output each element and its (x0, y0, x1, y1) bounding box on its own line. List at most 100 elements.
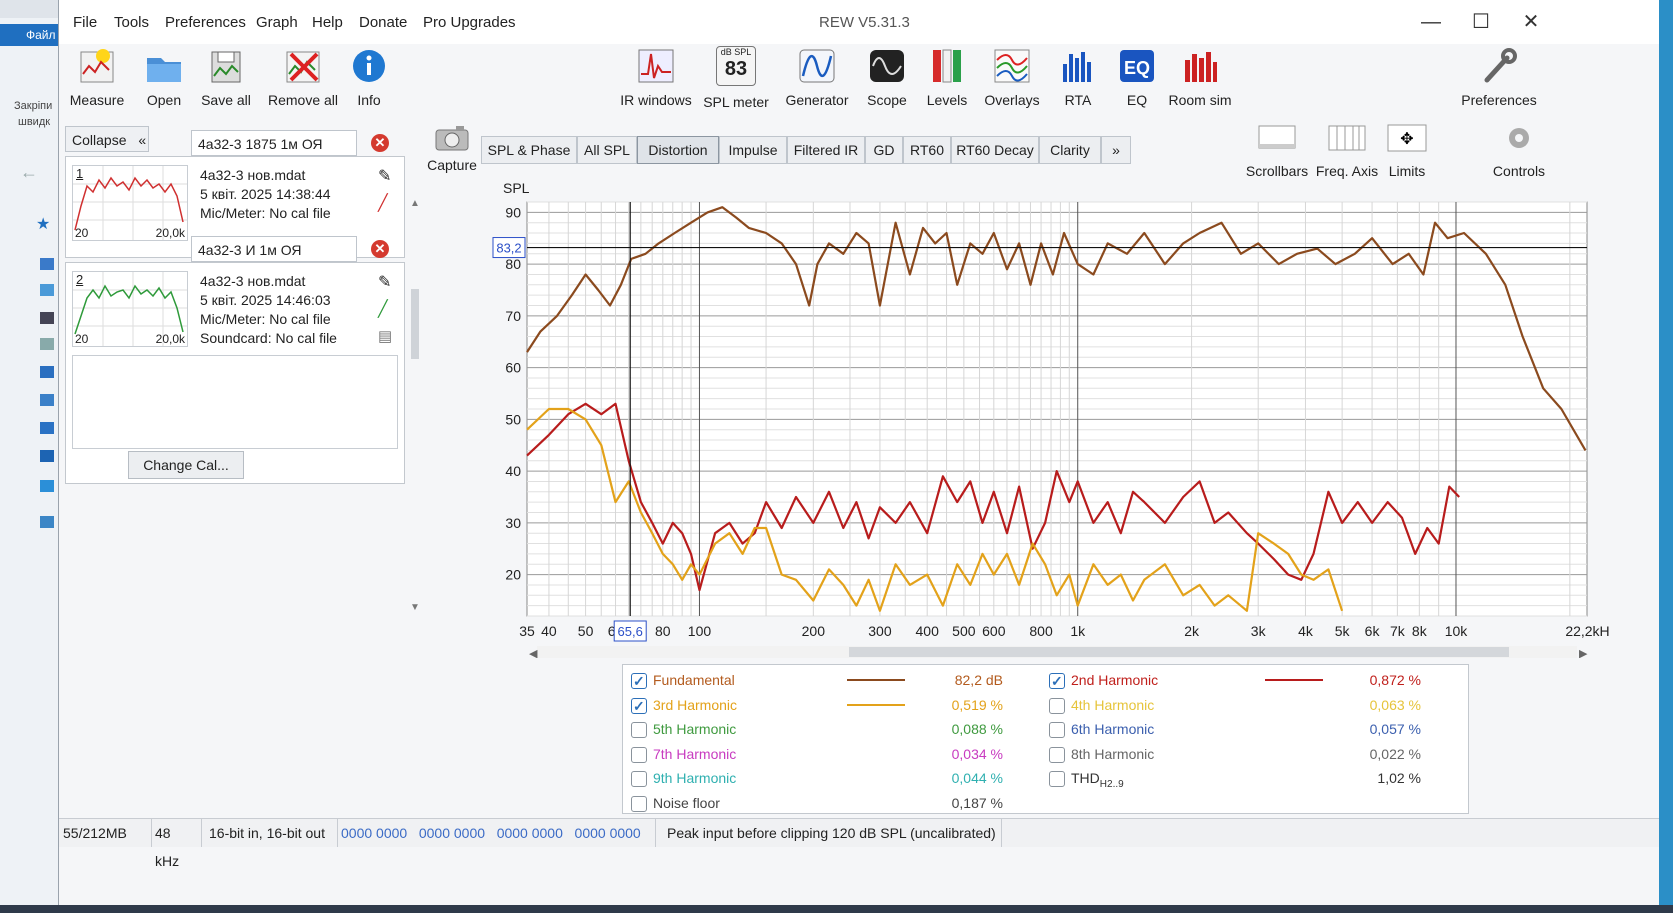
ir-windows-button[interactable]: IR windows (619, 46, 693, 108)
film-icon[interactable] (40, 312, 54, 324)
generator-button[interactable]: Generator (783, 46, 851, 108)
distortion-graph[interactable]: 2030405060708090SPL354050608010020030040… (469, 178, 1609, 658)
capture-button[interactable]: Capture (425, 124, 479, 173)
music-icon[interactable] (40, 422, 54, 434)
legend-row: THDH2..9 1,02 % (1049, 767, 1449, 790)
notes-area[interactable] (72, 355, 398, 449)
scroll-up-icon[interactable]: ▲ (409, 198, 421, 209)
tab-more[interactable]: » (1101, 136, 1131, 164)
x-tick-label: 50 (578, 623, 594, 639)
room-sim-icon (1185, 52, 1217, 82)
eq-button[interactable]: EQ EQ (1115, 46, 1159, 108)
menu-file[interactable]: File (73, 14, 97, 31)
x-tick-label: 35 (519, 623, 535, 639)
room-sim-button[interactable]: Room sim (1165, 46, 1235, 108)
cube-icon[interactable] (40, 284, 54, 296)
delete-measurement-icon-1[interactable]: ✕ (371, 134, 389, 152)
pen-icon-2[interactable]: ╱ (378, 299, 388, 319)
delete-measurement-icon-2[interactable]: ✕ (371, 240, 389, 258)
explorer-file-tab[interactable]: Файл (0, 24, 58, 46)
scroll-down-icon[interactable]: ▼ (409, 602, 421, 613)
collapse-button[interactable]: Collapse « (65, 126, 149, 152)
scrollbars-button[interactable]: Scrollbars (1243, 124, 1311, 179)
info-label: Info (357, 92, 381, 108)
back-arrow-icon[interactable]: ← (20, 162, 38, 183)
edit-notes-icon-2[interactable]: ✎ (378, 272, 391, 292)
save-all-button[interactable]: Save all (197, 46, 255, 108)
legend-checkbox[interactable] (1049, 771, 1065, 787)
preferences-button[interactable]: Preferences (1461, 46, 1537, 108)
legend-checkbox[interactable] (1049, 697, 1065, 714)
legend-checkbox[interactable] (1049, 670, 1065, 692)
minimize-button[interactable]: — (1413, 8, 1449, 36)
menu-preferences[interactable]: Preferences (165, 14, 246, 31)
change-cal-button[interactable]: Change Cal... (128, 451, 244, 479)
tab-filtered-ir[interactable]: Filtered IR (787, 136, 865, 164)
controls-button[interactable]: Controls (1489, 124, 1549, 179)
folder-icon[interactable] (40, 258, 54, 270)
limits-button[interactable]: ✥ Limits (1381, 124, 1433, 179)
x-tick-label: 8k (1412, 623, 1428, 639)
document-icon[interactable] (40, 338, 54, 350)
freq-axis-icon (1328, 125, 1366, 151)
menu-donate[interactable]: Donate (359, 14, 407, 31)
x-tick-label: 40 (541, 623, 557, 639)
image-icon[interactable] (40, 394, 54, 406)
overlays-label: Overlays (984, 92, 1040, 108)
close-button[interactable]: ✕ (1513, 8, 1549, 36)
pen-icon-1[interactable]: ╱ (378, 193, 388, 213)
maximize-button[interactable]: ☐ (1463, 8, 1499, 36)
legend-checkbox[interactable] (1049, 722, 1065, 738)
legend-checkbox[interactable] (631, 771, 647, 787)
network-icon[interactable] (40, 516, 54, 528)
legend-value: 0,034 % (951, 745, 1003, 762)
x-tick-label: 5k (1335, 623, 1351, 639)
tab-rt60[interactable]: RT60 (903, 136, 951, 164)
measurement-name-field-2[interactable]: 4a32-3 И 1м ОЯ (191, 236, 357, 262)
tab-all-spl[interactable]: All SPL (577, 136, 637, 164)
remove-all-button[interactable]: Remove all (265, 46, 341, 108)
measurement-soundcard-2: Soundcard: No cal file (200, 330, 337, 346)
document-icon-2[interactable]: ▤ (378, 327, 392, 345)
scope-button[interactable]: Scope (863, 46, 911, 108)
legend-label: 5th Harmonic (653, 721, 737, 737)
legend-checkbox[interactable] (631, 795, 647, 812)
legend-checkbox[interactable] (1049, 746, 1065, 763)
x-tick-label: 200 (802, 623, 826, 639)
levels-button[interactable]: Levels (923, 46, 971, 108)
video-icon[interactable] (40, 450, 54, 462)
legend-checkbox[interactable] (631, 670, 647, 692)
measurement-name-field-1[interactable]: 4a32-3 1875 1м ОЯ (191, 130, 357, 156)
tab-clarity[interactable]: Clarity (1039, 136, 1101, 164)
menu-pro-upgrades[interactable]: Pro Upgrades (423, 14, 516, 31)
legend-row: 4th Harmonic 0,063 % (1049, 694, 1449, 716)
panel-scrollbar[interactable]: ▲ ▼ (409, 198, 421, 618)
menu-help[interactable]: Help (312, 14, 343, 31)
star-icon[interactable]: ★ (36, 214, 50, 234)
edit-notes-icon-1[interactable]: ✎ (378, 166, 391, 186)
tab-gd[interactable]: GD (865, 136, 903, 164)
windows-icon[interactable] (40, 480, 54, 492)
freq-axis-button[interactable]: Freq. Axis (1313, 124, 1381, 179)
menu-tools[interactable]: Tools (114, 14, 149, 31)
legend-value: 0,872 % (1369, 672, 1421, 688)
gear-icon (1509, 128, 1529, 148)
legend-checkbox[interactable] (631, 746, 647, 763)
overlays-button[interactable]: Overlays (983, 46, 1041, 108)
menu-graph[interactable]: Graph (256, 14, 298, 31)
scroll-thumb[interactable] (411, 289, 419, 359)
rta-button[interactable]: RTA (1055, 46, 1101, 108)
y-tick-label: 40 (505, 463, 521, 479)
tab-distortion[interactable]: Distortion (637, 136, 719, 164)
measure-button[interactable]: Measure (67, 46, 127, 108)
tab-impulse[interactable]: Impulse (719, 136, 787, 164)
download-icon[interactable] (40, 366, 54, 378)
info-button[interactable]: Info (347, 46, 391, 108)
legend-checkbox[interactable] (631, 722, 647, 738)
spl-meter-button[interactable]: dB SPL 83 SPL meter (703, 46, 769, 110)
legend-label: Noise floor (653, 794, 720, 811)
open-button[interactable]: Open (139, 46, 189, 108)
tab-rt60-decay[interactable]: RT60 Decay (951, 136, 1039, 164)
tab-spl-phase[interactable]: SPL & Phase (481, 136, 577, 164)
legend-checkbox[interactable] (631, 695, 647, 717)
